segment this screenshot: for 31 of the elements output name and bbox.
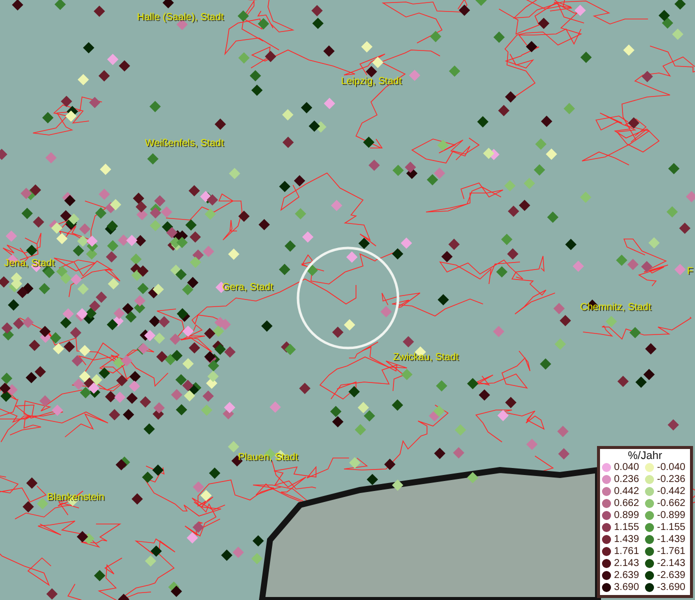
legend-title: %/Jahr — [628, 450, 662, 462]
city-label: Weißenfels, Stadt — [145, 138, 224, 149]
selection-circle[interactable] — [296, 246, 400, 350]
legend-value: 1.439 — [614, 534, 640, 545]
legend-value: 2.639 — [614, 570, 640, 581]
city-label: Halle (Saale), Stadt — [137, 12, 224, 23]
legend-value: -3.690 — [657, 582, 686, 593]
legend-value: -0.662 — [657, 498, 686, 509]
legend-value: -0.236 — [657, 474, 686, 485]
legend-value: 0.442 — [614, 486, 640, 497]
legend-value: -0.442 — [657, 486, 686, 497]
legend-value: -2.639 — [657, 570, 686, 581]
city-label: F — [687, 266, 694, 277]
legend-value: 0.040 — [614, 462, 640, 473]
legend-value: -1.439 — [657, 534, 686, 545]
city-label: Zwickau, Stadt — [393, 352, 459, 363]
legend-value: -2.143 — [657, 558, 686, 569]
legend-value: 3.690 — [614, 582, 640, 593]
legend-value: 0.899 — [614, 510, 640, 521]
legend-value: 2.143 — [614, 558, 640, 569]
city-label: Blankenstein — [47, 492, 104, 503]
legend-value: 0.662 — [614, 498, 640, 509]
legend-value: -0.040 — [657, 462, 686, 473]
legend-value: 0.236 — [614, 474, 640, 485]
legend-value: 1.761 — [614, 546, 640, 557]
legend-value: 1.155 — [614, 522, 640, 533]
legend-value: -1.761 — [657, 546, 686, 557]
city-label: Plauen, Stadt — [238, 452, 298, 463]
map-drawing[interactable] — [0, 0, 695, 600]
legend-value: -1.155 — [657, 522, 686, 533]
legend-value: -0.899 — [657, 510, 686, 521]
